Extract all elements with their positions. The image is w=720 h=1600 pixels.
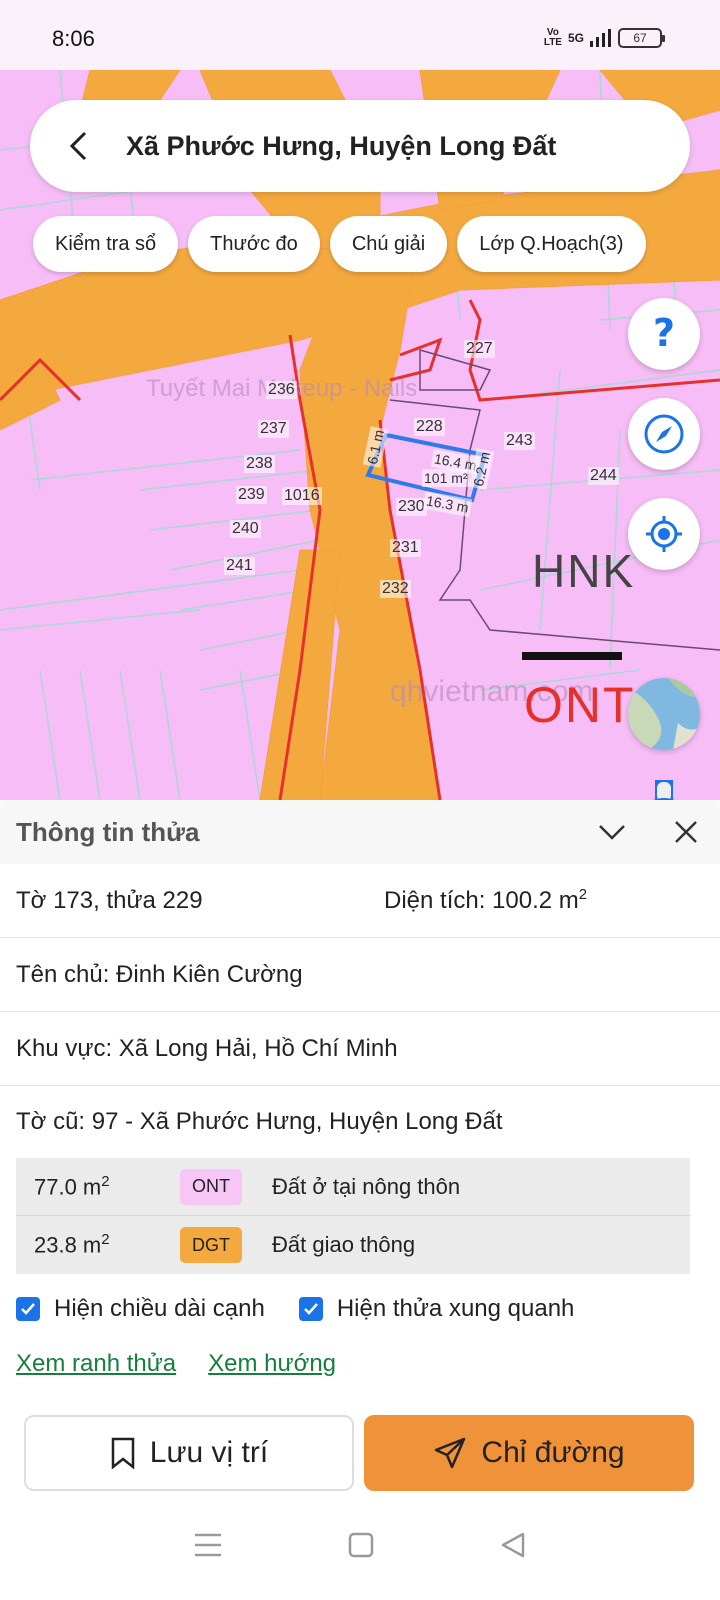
chip-check-book[interactable]: Kiểm tra sổ (33, 216, 179, 272)
owner-row: Tên chủ: Đinh Kiên Cường (0, 938, 720, 1012)
sheet-links: Xem ranh thửa Xem hướng (0, 1344, 720, 1384)
measure-area: 101 m² (422, 469, 470, 487)
show-surrounding-parcels-checkbox[interactable]: Hiện thửa xung quanh (298, 1295, 574, 1323)
sheet-header: Thông tin thửa (0, 800, 720, 864)
compass-icon (644, 414, 684, 454)
chip-planning-layers[interactable]: Lớp Q.Hoạch(3) (457, 216, 646, 272)
land-row-dgt: 23.8 m2 DGT Đất giao thông (16, 1216, 690, 1274)
parcel-label[interactable]: 243 (504, 432, 535, 450)
parcel-label[interactable]: 228 (414, 418, 445, 436)
view-boundary-link[interactable]: Xem ranh thửa (16, 1350, 176, 1378)
land-area: 23.8 m2 (34, 1231, 110, 1258)
land-code-badge: DGT (180, 1227, 242, 1263)
sheet-actions: Lưu vị trí Chỉ đường (24, 1415, 694, 1491)
parcel-area: Diện tích: 100.2 m2 (384, 886, 588, 914)
parcel-label[interactable]: 238 (244, 455, 275, 473)
parcel-label[interactable]: 240 (230, 520, 261, 538)
back-button[interactable] (58, 126, 98, 166)
help-icon: ? (653, 314, 675, 354)
collapse-button[interactable] (596, 816, 628, 848)
parcel-label[interactable]: 231 (390, 539, 421, 557)
parcel-label[interactable]: 239 (236, 486, 267, 504)
show-edge-length-checkbox[interactable]: Hiện chiều dài cạnh (16, 1295, 265, 1323)
land-code-badge: ONT (180, 1168, 242, 1205)
directions-button[interactable]: Chỉ đường (364, 1415, 694, 1491)
location-title: Xã Phước Hưng, Huyện Long Đất (126, 130, 557, 161)
parcel-info-sheet: Thông tin thửa Tờ 173, thửa 229 Diện tíc… (0, 800, 720, 1600)
search-bar[interactable]: Xã Phước Hưng, Huyện Long Đất (30, 100, 690, 192)
parcel-label[interactable]: 237 (258, 420, 289, 438)
land-use-table: 77.0 m2 ONT Đất ở tại nông thôn 23.8 m2 … (16, 1158, 690, 1274)
checkbox-checked-icon (298, 1297, 323, 1321)
land-type-name: Đất ở tại nông thôn (272, 1173, 461, 1199)
chevron-down-icon (599, 825, 625, 840)
old-sheet-row: Tờ cũ: 97 - Xã Phước Hưng, Huyện Long Đấ… (0, 1086, 720, 1158)
system-nav-bar (0, 1490, 720, 1600)
sheet-title: Thông tin thửa (16, 816, 200, 847)
display-options: Hiện chiều dài cạnh Hiện thửa xung quanh (0, 1274, 720, 1344)
parcel-label[interactable]: 236 (266, 381, 297, 399)
region-row: Khu vực: Xã Long Hải, Hồ Chí Minh (0, 1012, 720, 1086)
volte-icon: Vo LTE (543, 27, 562, 48)
battery-icon: 67 (618, 28, 665, 48)
chip-legend[interactable]: Chú giải (329, 216, 448, 272)
land-row-ont: 77.0 m2 ONT Đất ở tại nông thôn (16, 1158, 690, 1216)
svg-text:?: ? (653, 314, 675, 354)
parcel-label[interactable]: 227 (464, 340, 495, 358)
owner-name: Tên chủ: Đinh Kiên Cường (16, 960, 303, 988)
locate-icon (646, 516, 682, 552)
globe-icon (628, 678, 700, 750)
save-location-button[interactable]: Lưu vị trí (24, 1415, 354, 1491)
view-direction-link[interactable]: Xem hướng (208, 1350, 336, 1378)
network-type: 5G (567, 31, 584, 45)
chip-ruler[interactable]: Thước đo (188, 216, 320, 272)
old-sheet-info: Tờ cũ: 97 - Xã Phước Hưng, Huyện Long Đấ… (16, 1108, 503, 1135)
parcel-row: Tờ 173, thửa 229 Diện tích: 100.2 m2 (0, 864, 720, 938)
map-type-button[interactable] (628, 678, 700, 750)
zone-label-hnk: HNK (532, 545, 636, 597)
send-icon (435, 1437, 466, 1469)
menu-icon[interactable] (193, 1532, 223, 1558)
status-time: 8:06 (52, 26, 95, 51)
bookmark-icon (111, 1437, 135, 1469)
parcel-label[interactable]: 1016 (282, 487, 322, 505)
close-button[interactable] (670, 816, 702, 848)
back-nav-icon[interactable] (499, 1531, 527, 1559)
signal-icon (590, 29, 611, 47)
help-button[interactable]: ? (628, 298, 700, 370)
parcel-label[interactable]: 244 (588, 467, 619, 485)
chevron-left-icon (69, 131, 87, 161)
parcel-label[interactable]: 232 (380, 580, 411, 598)
status-icons: Vo LTE 5G 67 (543, 27, 665, 48)
region-name: Khu vực: Xã Long Hải, Hồ Chí Minh (16, 1034, 398, 1062)
checkbox-checked-icon (16, 1297, 40, 1321)
land-type-name: Đất giao thông (272, 1232, 416, 1257)
land-area: 77.0 m2 (34, 1172, 110, 1200)
zone-label-ont: ONT (524, 677, 636, 733)
parcel-number: Tờ 173, thửa 229 (16, 886, 203, 914)
map-tool-chips: Kiểm tra sổ Thước đo Chú giải Lớp Q.Hoạc… (33, 216, 646, 272)
parcel-label[interactable]: 241 (224, 557, 255, 575)
locate-button[interactable] (628, 498, 700, 570)
status-bar: 8:06 Vo LTE 5G 67 (0, 0, 720, 70)
home-icon[interactable] (348, 1532, 374, 1558)
close-icon (675, 821, 697, 843)
compass-button[interactable] (628, 398, 700, 470)
